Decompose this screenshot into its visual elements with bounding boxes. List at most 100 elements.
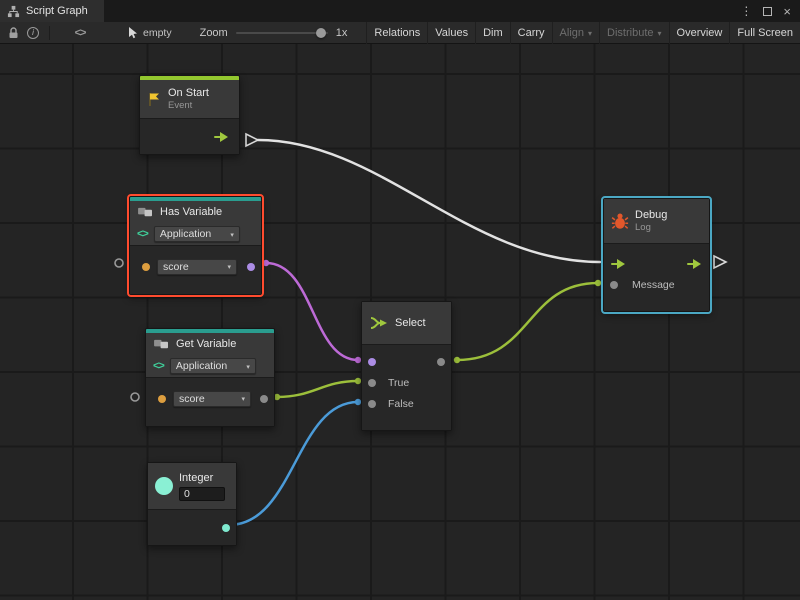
node-body [148, 509, 236, 545]
hasvariable-result-port[interactable] [247, 263, 255, 271]
chevron-down-icon: ▾ [246, 364, 250, 371]
menu-icon[interactable]: ⋮ [740, 5, 752, 17]
node-body: score ▾ [146, 377, 274, 426]
graph-toolbar: i <> empty Zoom 1x Relations Values Dim … [0, 22, 800, 44]
values-button[interactable]: Values [427, 22, 475, 44]
close-icon[interactable]: × [783, 5, 791, 18]
maximize-icon[interactable] [763, 7, 772, 16]
align-label: Align [560, 27, 584, 39]
select-true-port[interactable] [368, 379, 376, 387]
integer-value-input[interactable]: 0 [179, 487, 225, 501]
chevron-down-icon: ▾ [241, 396, 245, 403]
flow-input-port[interactable] [611, 259, 626, 269]
integer-value: 0 [184, 488, 190, 500]
code-view-button[interactable]: <> [70, 22, 90, 44]
node-select[interactable]: Select True False [361, 301, 452, 431]
variable-scope-dropdown[interactable]: Application ▾ [170, 358, 256, 374]
node-body: Message [604, 243, 709, 311]
integer-output-port[interactable] [222, 524, 230, 532]
message-port[interactable] [610, 281, 618, 289]
node-title: Integer [179, 472, 225, 484]
toolbar-divider [49, 26, 50, 40]
cursor-icon [128, 27, 138, 39]
inspect-button[interactable]: i [23, 22, 43, 44]
variable-kind-icon: <> [153, 360, 164, 372]
node-get-variable[interactable]: Get Variable <> Application ▾ score ▾ [145, 328, 275, 427]
node-header[interactable]: Select [362, 302, 451, 344]
message-label: Message [632, 279, 675, 291]
zoom-slider-handle[interactable] [316, 28, 326, 38]
code-icon: <> [75, 27, 86, 39]
select-condition-port[interactable] [368, 358, 376, 366]
chevron-down-icon: ▾ [230, 232, 234, 239]
select-false-port[interactable] [368, 400, 376, 408]
relations-label: Relations [374, 27, 420, 39]
node-header[interactable]: Debug Log [604, 199, 709, 243]
select-output-port[interactable] [437, 358, 445, 366]
select-true-label: True [388, 377, 409, 389]
variable-name-value: score [163, 261, 189, 273]
node-body: score ▾ [130, 245, 261, 294]
chevron-down-icon: ▾ [658, 30, 662, 38]
full-screen-button[interactable]: Full Screen [729, 22, 800, 44]
distribute-button[interactable]: Distribute▾ [599, 22, 668, 44]
node-header[interactable]: Get Variable <> Application ▾ [146, 333, 274, 377]
node-header[interactable]: On Start Event [140, 80, 239, 118]
lock-button[interactable] [3, 22, 23, 44]
node-title: Has Variable [160, 206, 222, 218]
node-on-start[interactable]: On Start Event [139, 75, 240, 155]
dim-button[interactable]: Dim [475, 22, 510, 44]
full-screen-label: Full Screen [737, 27, 793, 39]
getvariable-value-port[interactable] [260, 395, 268, 403]
variable-name-dropdown[interactable]: score ▾ [173, 391, 251, 407]
carry-label: Carry [518, 27, 545, 39]
window-controls: ⋮ × [740, 0, 800, 22]
hasvariable-name-port-ring[interactable] [115, 259, 123, 267]
zoom-slider-track [236, 32, 328, 34]
align-button[interactable]: Align ▾ [552, 22, 599, 44]
wire-endpoint-dot [595, 280, 601, 286]
tab-script-graph[interactable]: Script Graph [0, 0, 104, 22]
bug-icon [611, 212, 629, 230]
overview-button[interactable]: Overview [669, 22, 730, 44]
wire-onstart-to-debuglog[interactable] [258, 140, 600, 262]
select-false-label: False [388, 398, 414, 410]
variable-kind-icon: <> [137, 228, 148, 240]
flow-output-port[interactable] [214, 132, 229, 142]
variable-scope-value: Application [160, 228, 211, 240]
toolbar-button-group: Relations Values Dim Carry Align ▾ Distri… [366, 22, 800, 44]
script-graph-icon [7, 5, 20, 18]
relations-button[interactable]: Relations [366, 22, 427, 44]
node-header[interactable]: Has Variable <> Application ▾ [130, 201, 261, 245]
wire-select-to-debuglog-message[interactable] [457, 283, 598, 360]
variable-scope-dropdown[interactable]: Application ▾ [154, 226, 240, 242]
node-title: On Start [168, 87, 209, 99]
variables-icon [137, 206, 154, 219]
getvariable-name-port-ring[interactable] [131, 393, 139, 401]
dim-label: Dim [483, 27, 503, 39]
flag-icon [147, 92, 162, 107]
selection-status: empty [128, 27, 172, 39]
variable-scope-value: Application [176, 360, 227, 372]
node-integer[interactable]: Integer 0 [147, 462, 237, 546]
wire-hasvariable-to-select[interactable] [266, 263, 358, 360]
flow-output-port[interactable] [687, 259, 702, 269]
node-has-variable[interactable]: Has Variable <> Application ▾ score ▾ [129, 196, 262, 295]
variable-name-port[interactable] [158, 395, 166, 403]
debuglog-exit-arrow[interactable] [714, 256, 726, 268]
graph-canvas[interactable]: On Start Event Has Variable <> Applicati… [0, 44, 800, 600]
wire-getvariable-to-select-true[interactable] [277, 381, 358, 397]
chevron-down-icon: ▾ [588, 30, 592, 38]
carry-button[interactable]: Carry [510, 22, 552, 44]
node-debug-log[interactable]: Debug Log Message [603, 198, 710, 312]
node-body [140, 118, 239, 154]
tab-title: Script Graph [26, 5, 88, 17]
variable-name-port[interactable] [142, 263, 150, 271]
selection-status-label: empty [143, 27, 172, 39]
variable-name-dropdown[interactable]: score ▾ [157, 259, 237, 275]
node-header[interactable]: Integer 0 [148, 463, 236, 509]
node-body: True False [362, 344, 451, 430]
zoom-slider[interactable] [236, 27, 328, 39]
overview-label: Overview [677, 27, 723, 39]
info-icon: i [27, 27, 39, 39]
